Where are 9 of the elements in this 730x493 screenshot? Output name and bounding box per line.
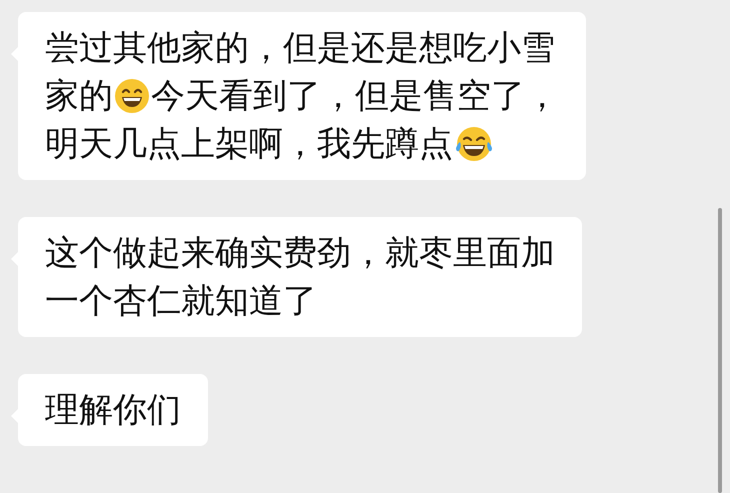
message-text: 一个杏仁就知道了 bbox=[45, 280, 317, 323]
message-text: 家的 bbox=[45, 75, 113, 118]
message-text: 理解你们 bbox=[45, 389, 181, 432]
laughing-tears-face-icon bbox=[454, 126, 494, 162]
message-text: 这个做起来确实费劲，就枣里面加 bbox=[45, 232, 555, 275]
message-text: 今天看到了，但是售空了， bbox=[151, 75, 559, 118]
message-text: 明天几点上架啊，我先蹲点 bbox=[45, 123, 453, 166]
message-text: 尝过其他家的，但是还是想吃小雪 bbox=[45, 27, 555, 70]
grinning-face-icon bbox=[114, 78, 150, 114]
